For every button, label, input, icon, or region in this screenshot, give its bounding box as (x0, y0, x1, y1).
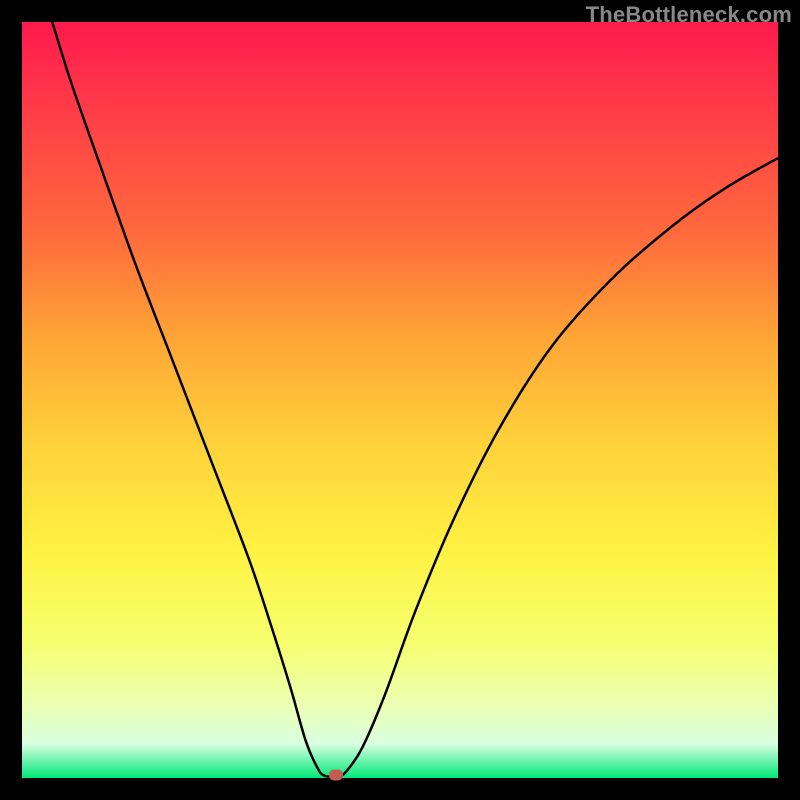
bottleneck-curve (22, 22, 778, 778)
watermark: TheBottleneck.com (586, 2, 792, 28)
optimal-marker-icon (329, 769, 343, 780)
chart-plot-area (22, 22, 778, 778)
